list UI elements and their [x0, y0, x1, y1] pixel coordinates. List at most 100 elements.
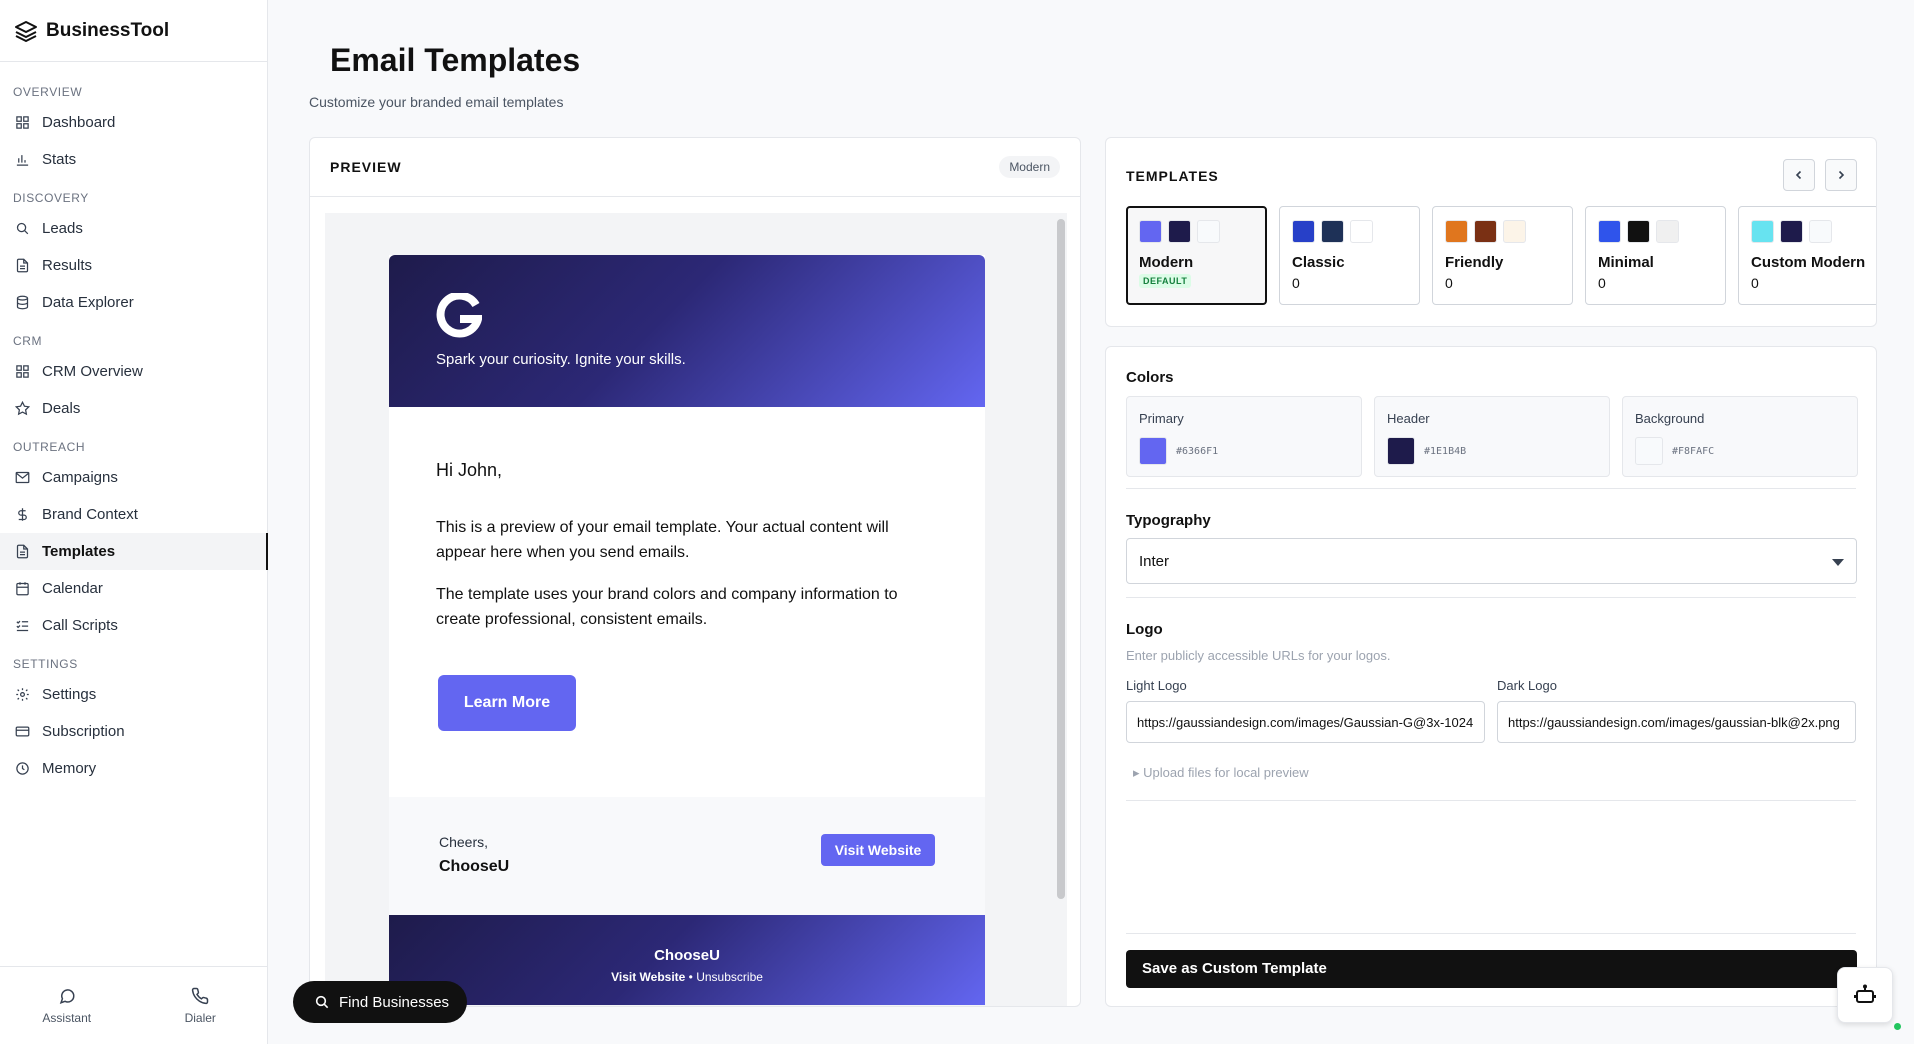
- swatch-row: [1445, 220, 1560, 243]
- closing-text: Cheers,: [439, 834, 489, 850]
- color-swatch[interactable]: [1139, 437, 1167, 465]
- sidebar-item-label: Campaigns: [42, 469, 118, 486]
- color-hex-value: #6366F1: [1176, 446, 1219, 457]
- preview-scrollbar[interactable]: [1057, 219, 1065, 899]
- template-card-minimal[interactable]: Minimal 0: [1585, 206, 1726, 305]
- find-businesses-button[interactable]: Find Businesses: [293, 981, 467, 1023]
- upload-files-toggle[interactable]: ▸ Upload files for local preview: [1133, 765, 1309, 781]
- divider: [1126, 800, 1856, 801]
- template-card-friendly[interactable]: Friendly 0: [1432, 206, 1573, 305]
- assistant-label: Assistant: [42, 1010, 92, 1025]
- dark-logo-label: Dark Logo: [1497, 678, 1557, 693]
- swatch-row: [1598, 220, 1713, 243]
- bar-chart-icon: [14, 152, 30, 168]
- template-count: 0: [1292, 275, 1300, 291]
- color-swatch: [1350, 220, 1373, 243]
- next-templates-button[interactable]: [1825, 159, 1857, 191]
- dialer-button[interactable]: Dialer: [134, 967, 268, 1044]
- caret-down-icon: [1832, 559, 1844, 566]
- template-name: Classic: [1292, 254, 1345, 271]
- color-swatch: [1503, 220, 1526, 243]
- color-label: Background: [1635, 411, 1705, 426]
- dialer-label: Dialer: [184, 1010, 216, 1025]
- search-icon: [14, 221, 30, 237]
- template-card-classic[interactable]: Classic 0: [1279, 206, 1420, 305]
- sidebar-item-label: Data Explorer: [42, 294, 134, 311]
- sidebar-item-settings[interactable]: Settings: [0, 676, 267, 713]
- sidebar-item-label: Stats: [42, 151, 77, 168]
- color-picker-header[interactable]: Header #1E1B4B: [1374, 396, 1610, 477]
- light-logo-input[interactable]: [1126, 701, 1485, 743]
- template-badge: Modern: [999, 156, 1060, 178]
- template-name: Friendly: [1445, 254, 1504, 271]
- footer-brand: ChooseU: [654, 947, 720, 964]
- sidebar-item-data-explorer[interactable]: Data Explorer: [0, 284, 267, 321]
- sidebar-item-deals[interactable]: Deals: [0, 390, 267, 427]
- sidebar-item-results[interactable]: Results: [0, 247, 267, 284]
- sidebar-item-brand-context[interactable]: Brand Context: [0, 496, 267, 533]
- dollar-icon: [14, 507, 30, 523]
- unsubscribe-link[interactable]: Unsubscribe: [696, 970, 763, 984]
- preview-body[interactable]: Spark your curiosity. Ignite your skills…: [325, 213, 1067, 1006]
- page-title: Email Templates: [330, 42, 581, 78]
- sidebar-item-campaigns[interactable]: Campaigns: [0, 459, 267, 496]
- sidebar-item-calendar[interactable]: Calendar: [0, 570, 267, 607]
- sidebar-item-label: Subscription: [42, 723, 125, 740]
- database-icon: [14, 295, 30, 311]
- color-swatch: [1321, 220, 1344, 243]
- sidebar-item-label: Brand Context: [42, 506, 138, 523]
- visit-website-button[interactable]: Visit Website: [821, 834, 935, 866]
- template-name: Custom Modern: [1751, 254, 1866, 271]
- sidebar-item-stats[interactable]: Stats: [0, 141, 267, 178]
- email-greeting: Hi John,: [436, 460, 503, 480]
- color-swatch: [1292, 220, 1315, 243]
- email-paragraph: The template uses your brand colors and …: [436, 586, 898, 628]
- templates-card: TEMPLATES Modern DEFAULT Classic 0 Friendly 0…: [1105, 137, 1877, 327]
- prev-templates-button[interactable]: [1783, 159, 1815, 191]
- sidebar-item-memory[interactable]: Memory: [0, 750, 267, 787]
- sidebar-item-call-scripts[interactable]: Call Scripts: [0, 607, 267, 644]
- sidebar-footer: Assistant Dialer: [0, 966, 267, 1044]
- online-status-dot: [1894, 1023, 1901, 1030]
- sidebar-item-subscription[interactable]: Subscription: [0, 713, 267, 750]
- sidebar: BusinessTool OVERVIEW Dashboard Stats DISCO…: [0, 0, 268, 1044]
- layers-icon: [15, 20, 37, 42]
- footer-visit-link[interactable]: Visit Website: [611, 970, 685, 984]
- email-header: Spark your curiosity. Ignite your skills…: [389, 255, 985, 407]
- template-card-modern[interactable]: Modern DEFAULT: [1126, 206, 1267, 305]
- color-swatch: [1751, 220, 1774, 243]
- font-select[interactable]: Inter: [1126, 538, 1857, 584]
- color-swatch[interactable]: [1387, 437, 1415, 465]
- brand[interactable]: BusinessTool: [0, 0, 267, 62]
- learn-more-button[interactable]: Learn More: [438, 675, 576, 731]
- template-count: 0: [1445, 275, 1453, 291]
- chevron-left-icon: [1795, 170, 1802, 180]
- sidebar-item-templates[interactable]: Templates: [0, 533, 268, 570]
- bot-assistant-button[interactable]: [1837, 967, 1893, 1023]
- templates-title: TEMPLATES: [1126, 168, 1219, 184]
- color-swatch[interactable]: [1635, 437, 1663, 465]
- chevron-right-icon: [1838, 170, 1845, 180]
- color-swatch: [1139, 220, 1162, 243]
- calendar-icon: [14, 581, 30, 597]
- sidebar-item-label: Calendar: [42, 580, 103, 597]
- template-name: Minimal: [1598, 254, 1654, 271]
- color-swatch: [1627, 220, 1650, 243]
- app-name: BusinessTool: [46, 19, 170, 41]
- template-card-custom-modern[interactable]: Custom Modern 0: [1738, 206, 1876, 305]
- sidebar-item-label: Deals: [42, 400, 81, 417]
- grid-icon: [14, 115, 30, 131]
- swatch-row: [1292, 220, 1407, 243]
- template-list: Modern DEFAULT Classic 0 Friendly 0 Minimal 0 Cu…: [1126, 206, 1876, 305]
- assistant-button[interactable]: Assistant: [0, 967, 134, 1044]
- sidebar-item-dashboard[interactable]: Dashboard: [0, 104, 267, 141]
- sidebar-item-leads[interactable]: Leads: [0, 210, 267, 247]
- dark-logo-input[interactable]: [1497, 701, 1856, 743]
- default-badge: DEFAULT: [1139, 274, 1192, 288]
- color-picker-primary[interactable]: Primary #6366F1: [1126, 396, 1362, 477]
- email-tagline: Spark your curiosity. Ignite your skills…: [436, 351, 686, 368]
- save-custom-template-button[interactable]: Save as Custom Template: [1126, 950, 1857, 988]
- sidebar-item-crm-overview[interactable]: CRM Overview: [0, 353, 267, 390]
- color-hex-value: #1E1B4B: [1424, 446, 1467, 457]
- color-picker-background[interactable]: Background #F8FAFC: [1622, 396, 1858, 477]
